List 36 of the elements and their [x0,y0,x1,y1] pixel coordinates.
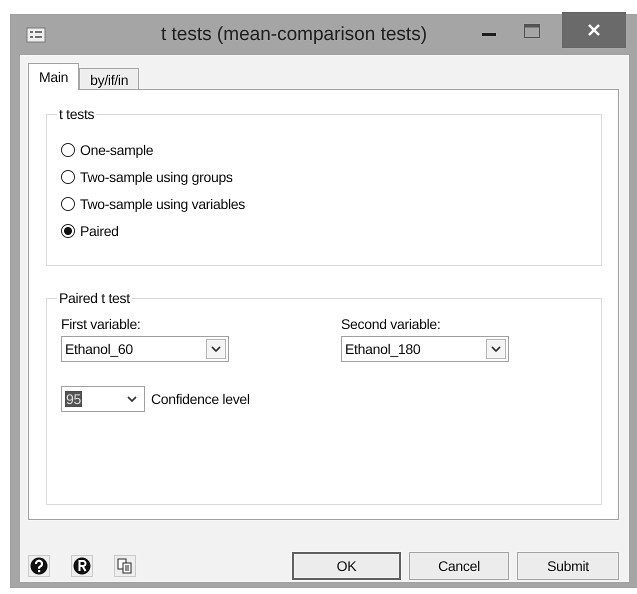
chevron-down-icon [127,396,137,402]
window-icon [26,26,46,42]
group-title: Paired t test [58,290,131,306]
help-icon [30,557,48,575]
radio-button[interactable] [61,142,75,156]
radio-button[interactable] [61,170,75,184]
radio-button[interactable] [61,196,75,210]
copy-icon [117,558,133,574]
dropdown-field[interactable]: 95 [61,386,145,412]
tab[interactable]: by/if/in [79,68,140,89]
dropdown-field[interactable]: Ethanol_60 [61,336,229,362]
dialog-button[interactable]: OK [292,552,401,580]
reset-button[interactable] [71,555,93,577]
close-button[interactable] [562,12,626,48]
help-button[interactable] [28,555,50,577]
radio-label: One-sample [80,142,154,158]
minimize-icon[interactable] [482,32,496,36]
maximize-icon[interactable] [524,24,540,38]
field-label: Second variable: [341,316,442,332]
close-icon [588,24,600,36]
circle-icon [73,557,91,575]
field-label: First variable: [61,316,142,332]
radio-button[interactable] [61,224,75,238]
chevron-down-icon [211,346,221,352]
dialog-button[interactable]: Cancel [409,552,509,580]
dialog-button[interactable]: Submit [517,552,619,580]
copy-button[interactable] [114,555,136,577]
tab[interactable]: Main [28,63,80,90]
group-title: t tests [58,106,96,122]
dropdown-field[interactable]: Ethanol_180 [341,336,509,362]
window-title: t tests (mean-comparison tests) [160,24,428,46]
chevron-down-icon [491,346,501,352]
radio-label: Two-sample using groups [80,168,233,184]
radio-label: Paired [80,222,119,238]
radio-label: Two-sample using variables [80,196,245,212]
field-label: Confidence level [151,391,250,407]
